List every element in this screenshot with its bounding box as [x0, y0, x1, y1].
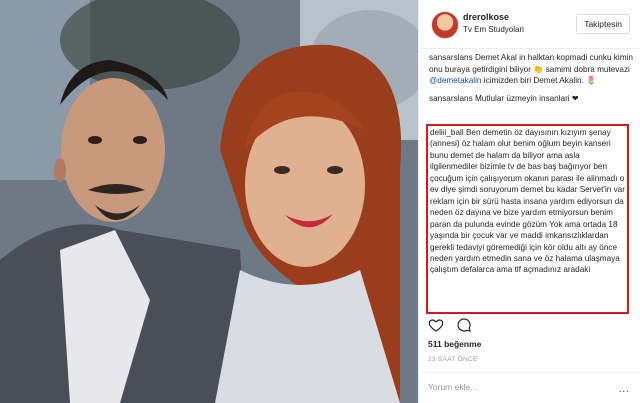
post-header: drerolkose Tv Em Studyolari Takiptesin	[419, 0, 640, 49]
comment-username[interactable]: sansarslans	[429, 94, 473, 103]
post-actions	[426, 317, 626, 337]
comment-item: sansarslans Demet Akal in halktan kopmad…	[429, 52, 634, 87]
avatar[interactable]	[431, 11, 459, 39]
comment-text: Ben demetin öz dayısının kızıyım şenay (…	[430, 128, 625, 275]
comment-username[interactable]: deliii_ball	[430, 128, 464, 137]
post-username[interactable]: drerolkose	[463, 12, 509, 22]
comment-text: Mutlular üzmeyin insanlari ❤	[472, 93, 579, 103]
following-button[interactable]: Takiptesin	[576, 14, 630, 34]
post-timestamp: 23 SAAT ÖNCE	[428, 356, 478, 363]
post-location[interactable]: Tv Em Studyolari	[463, 25, 524, 34]
comment-text-end: icimizden biri Demet Akalin. 🌷	[481, 76, 597, 85]
post-photo	[0, 0, 418, 403]
divider	[418, 372, 640, 373]
highlighted-comment: deliii_ball Ben demetin öz dayısının kız…	[430, 127, 626, 276]
like-count[interactable]: 511 beğenme	[428, 339, 481, 349]
comment-username[interactable]: sansarslans	[429, 53, 473, 62]
more-options-icon[interactable]: ...	[619, 384, 630, 395]
add-comment-input[interactable]: Yorum ekle...	[428, 382, 608, 392]
comment-list: sansarslans Demet Akal in halktan kopmad…	[429, 52, 634, 110]
comment-mention[interactable]: @demetakalin	[429, 76, 481, 85]
comment-icon[interactable]	[456, 317, 472, 333]
comment-item: sansarslans Mutlular üzmeyin insanlari ❤	[429, 93, 634, 105]
heart-icon[interactable]	[428, 317, 444, 333]
photo-illustration	[0, 0, 418, 403]
